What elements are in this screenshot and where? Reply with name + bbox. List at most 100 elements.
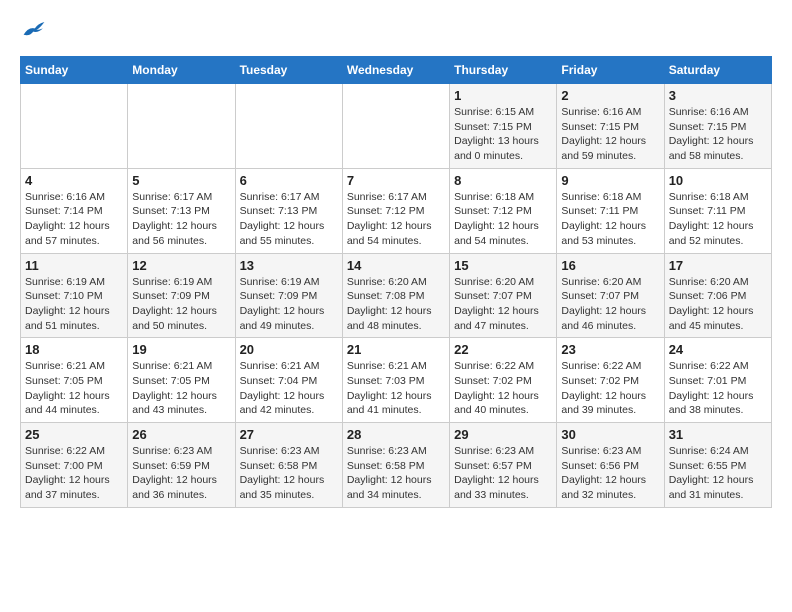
day-info: Sunrise: 6:20 AM Sunset: 7:07 PM Dayligh… xyxy=(454,275,552,334)
day-number: 3 xyxy=(669,88,767,103)
day-number: 24 xyxy=(669,342,767,357)
calendar-cell: 27 Sunrise: 6:23 AM Sunset: 6:58 PM Dayli… xyxy=(235,423,342,508)
day-number: 30 xyxy=(561,427,659,442)
calendar-cell: 30 Sunrise: 6:23 AM Sunset: 6:56 PM Dayli… xyxy=(557,423,664,508)
calendar-cell: 2Sunrise: 6:16 AM Sunset: 7:15 PM Daylig… xyxy=(557,84,664,169)
day-info: Sunrise: 6:19 AM Sunset: 7:10 PM Dayligh… xyxy=(25,275,123,334)
day-number: 23 xyxy=(561,342,659,357)
logo-bird-icon xyxy=(22,20,46,40)
calendar-cell: 22Sunrise: 6:22 AM Sunset: 7:02 PM Dayli… xyxy=(450,338,557,423)
day-number: 15 xyxy=(454,258,552,273)
day-number: 17 xyxy=(669,258,767,273)
calendar-cell: 12 Sunrise: 6:19 AM Sunset: 7:09 PM Dayli… xyxy=(128,253,235,338)
day-number: 11 xyxy=(25,258,123,273)
calendar-cell: 1 Sunrise: 6:15 AM Sunset: 7:15 PM Daylig… xyxy=(450,84,557,169)
day-info: Sunrise: 6:22 AM Sunset: 7:01 PM Dayligh… xyxy=(669,359,767,418)
day-info: Sunrise: 6:18 AM Sunset: 7:11 PM Dayligh… xyxy=(561,190,659,249)
day-info: Sunrise: 6:17 AM Sunset: 7:12 PM Dayligh… xyxy=(347,190,445,249)
day-number: 26 xyxy=(132,427,230,442)
calendar-cell: 9 Sunrise: 6:18 AM Sunset: 7:11 PM Daylig… xyxy=(557,168,664,253)
day-number: 19 xyxy=(132,342,230,357)
day-info: Sunrise: 6:19 AM Sunset: 7:09 PM Dayligh… xyxy=(240,275,338,334)
day-number: 31 xyxy=(669,427,767,442)
calendar-week-row: 1 Sunrise: 6:15 AM Sunset: 7:15 PM Daylig… xyxy=(21,84,772,169)
calendar-cell: 8 Sunrise: 6:18 AM Sunset: 7:12 PM Daylig… xyxy=(450,168,557,253)
calendar-week-row: 4Sunrise: 6:16 AM Sunset: 7:14 PM Daylig… xyxy=(21,168,772,253)
calendar-cell: 19 Sunrise: 6:21 AM Sunset: 7:05 PM Dayli… xyxy=(128,338,235,423)
calendar-cell: 4Sunrise: 6:16 AM Sunset: 7:14 PM Daylig… xyxy=(21,168,128,253)
calendar-cell: 13 Sunrise: 6:19 AM Sunset: 7:09 PM Dayli… xyxy=(235,253,342,338)
calendar-cell: 6Sunrise: 6:17 AM Sunset: 7:13 PM Daylig… xyxy=(235,168,342,253)
day-info: Sunrise: 6:22 AM Sunset: 7:00 PM Dayligh… xyxy=(25,444,123,503)
day-info: Sunrise: 6:15 AM Sunset: 7:15 PM Dayligh… xyxy=(454,105,552,164)
calendar-cell: 25 Sunrise: 6:22 AM Sunset: 7:00 PM Dayli… xyxy=(21,423,128,508)
day-info: Sunrise: 6:23 AM Sunset: 6:59 PM Dayligh… xyxy=(132,444,230,503)
calendar-cell: 26 Sunrise: 6:23 AM Sunset: 6:59 PM Dayli… xyxy=(128,423,235,508)
calendar-cell: 3 Sunrise: 6:16 AM Sunset: 7:15 PM Daylig… xyxy=(664,84,771,169)
calendar-week-row: 25 Sunrise: 6:22 AM Sunset: 7:00 PM Dayli… xyxy=(21,423,772,508)
calendar-cell: 21 Sunrise: 6:21 AM Sunset: 7:03 PM Dayli… xyxy=(342,338,449,423)
day-info: Sunrise: 6:21 AM Sunset: 7:05 PM Dayligh… xyxy=(132,359,230,418)
day-number: 13 xyxy=(240,258,338,273)
calendar-cell xyxy=(235,84,342,169)
calendar-header-row: SundayMondayTuesdayWednesdayThursdayFrid… xyxy=(21,57,772,84)
day-info: Sunrise: 6:24 AM Sunset: 6:55 PM Dayligh… xyxy=(669,444,767,503)
day-number: 9 xyxy=(561,173,659,188)
calendar-cell xyxy=(342,84,449,169)
calendar-cell: 29Sunrise: 6:23 AM Sunset: 6:57 PM Dayli… xyxy=(450,423,557,508)
day-info: Sunrise: 6:21 AM Sunset: 7:03 PM Dayligh… xyxy=(347,359,445,418)
calendar-cell: 31 Sunrise: 6:24 AM Sunset: 6:55 PM Dayli… xyxy=(664,423,771,508)
calendar-cell xyxy=(128,84,235,169)
calendar-cell: 18 Sunrise: 6:21 AM Sunset: 7:05 PM Dayli… xyxy=(21,338,128,423)
calendar-cell: 10 Sunrise: 6:18 AM Sunset: 7:11 PM Dayli… xyxy=(664,168,771,253)
column-header-thursday: Thursday xyxy=(450,57,557,84)
column-header-tuesday: Tuesday xyxy=(235,57,342,84)
day-info: Sunrise: 6:21 AM Sunset: 7:05 PM Dayligh… xyxy=(25,359,123,418)
calendar-cell xyxy=(21,84,128,169)
calendar-cell: 28 Sunrise: 6:23 AM Sunset: 6:58 PM Dayli… xyxy=(342,423,449,508)
calendar-cell: 7 Sunrise: 6:17 AM Sunset: 7:12 PM Daylig… xyxy=(342,168,449,253)
day-number: 7 xyxy=(347,173,445,188)
calendar-cell: 23 Sunrise: 6:22 AM Sunset: 7:02 PM Dayli… xyxy=(557,338,664,423)
column-header-monday: Monday xyxy=(128,57,235,84)
calendar-cell: 20Sunrise: 6:21 AM Sunset: 7:04 PM Dayli… xyxy=(235,338,342,423)
calendar-week-row: 11 Sunrise: 6:19 AM Sunset: 7:10 PM Dayli… xyxy=(21,253,772,338)
day-info: Sunrise: 6:22 AM Sunset: 7:02 PM Dayligh… xyxy=(561,359,659,418)
day-info: Sunrise: 6:16 AM Sunset: 7:14 PM Dayligh… xyxy=(25,190,123,249)
day-info: Sunrise: 6:23 AM Sunset: 6:58 PM Dayligh… xyxy=(347,444,445,503)
column-header-sunday: Sunday xyxy=(21,57,128,84)
column-header-saturday: Saturday xyxy=(664,57,771,84)
calendar-cell: 17 Sunrise: 6:20 AM Sunset: 7:06 PM Dayli… xyxy=(664,253,771,338)
day-number: 22 xyxy=(454,342,552,357)
day-number: 29 xyxy=(454,427,552,442)
calendar-cell: 11 Sunrise: 6:19 AM Sunset: 7:10 PM Dayli… xyxy=(21,253,128,338)
day-number: 21 xyxy=(347,342,445,357)
day-info: Sunrise: 6:21 AM Sunset: 7:04 PM Dayligh… xyxy=(240,359,338,418)
day-info: Sunrise: 6:16 AM Sunset: 7:15 PM Dayligh… xyxy=(669,105,767,164)
day-info: Sunrise: 6:17 AM Sunset: 7:13 PM Dayligh… xyxy=(240,190,338,249)
day-info: Sunrise: 6:23 AM Sunset: 6:56 PM Dayligh… xyxy=(561,444,659,503)
day-number: 8 xyxy=(454,173,552,188)
day-info: Sunrise: 6:16 AM Sunset: 7:15 PM Dayligh… xyxy=(561,105,659,164)
day-info: Sunrise: 6:20 AM Sunset: 7:08 PM Dayligh… xyxy=(347,275,445,334)
day-number: 18 xyxy=(25,342,123,357)
day-info: Sunrise: 6:18 AM Sunset: 7:12 PM Dayligh… xyxy=(454,190,552,249)
day-info: Sunrise: 6:20 AM Sunset: 7:06 PM Dayligh… xyxy=(669,275,767,334)
day-number: 28 xyxy=(347,427,445,442)
day-info: Sunrise: 6:19 AM Sunset: 7:09 PM Dayligh… xyxy=(132,275,230,334)
day-number: 12 xyxy=(132,258,230,273)
calendar-week-row: 18 Sunrise: 6:21 AM Sunset: 7:05 PM Dayli… xyxy=(21,338,772,423)
day-info: Sunrise: 6:18 AM Sunset: 7:11 PM Dayligh… xyxy=(669,190,767,249)
day-number: 27 xyxy=(240,427,338,442)
column-header-wednesday: Wednesday xyxy=(342,57,449,84)
calendar-table: SundayMondayTuesdayWednesdayThursdayFrid… xyxy=(20,56,772,508)
day-number: 10 xyxy=(669,173,767,188)
day-number: 25 xyxy=(25,427,123,442)
page-header xyxy=(20,20,772,40)
day-info: Sunrise: 6:23 AM Sunset: 6:58 PM Dayligh… xyxy=(240,444,338,503)
day-number: 5 xyxy=(132,173,230,188)
day-number: 1 xyxy=(454,88,552,103)
calendar-cell: 5Sunrise: 6:17 AM Sunset: 7:13 PM Daylig… xyxy=(128,168,235,253)
calendar-cell: 15 Sunrise: 6:20 AM Sunset: 7:07 PM Dayli… xyxy=(450,253,557,338)
column-header-friday: Friday xyxy=(557,57,664,84)
